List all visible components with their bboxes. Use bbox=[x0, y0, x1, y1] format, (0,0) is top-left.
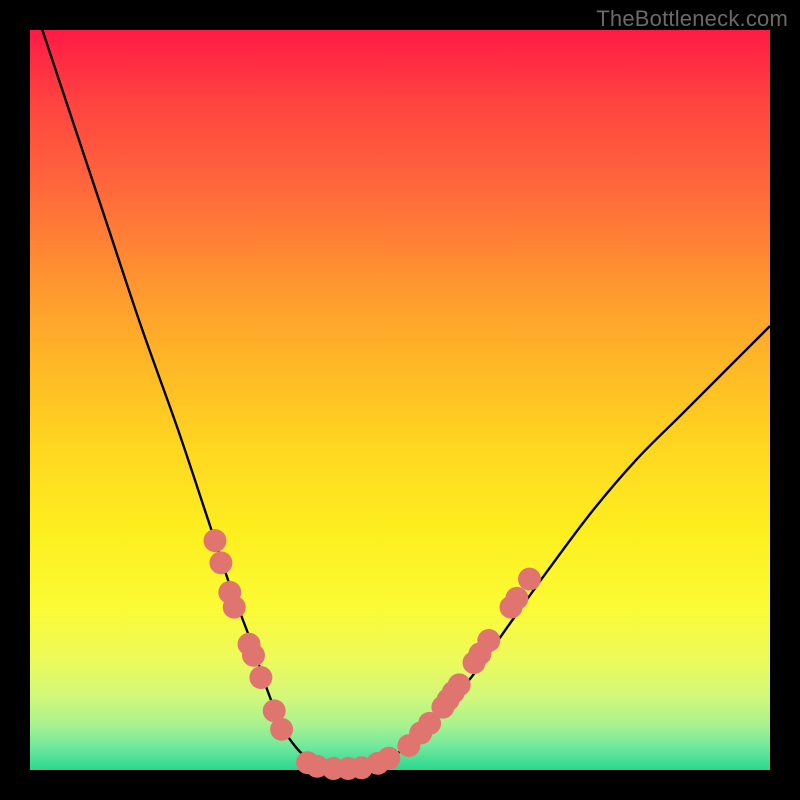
marker-dot bbox=[209, 551, 232, 574]
curve-layer bbox=[30, 0, 770, 770]
bottleneck-curve bbox=[30, 0, 770, 770]
marker-dot bbox=[505, 587, 528, 610]
marker-dot bbox=[518, 568, 541, 591]
marker-layer bbox=[204, 529, 541, 780]
marker-dot bbox=[448, 673, 471, 696]
chart-svg bbox=[30, 30, 770, 770]
chart-frame: TheBottleneck.com bbox=[0, 0, 800, 800]
watermark-text: TheBottleneck.com bbox=[596, 6, 788, 32]
plot-area bbox=[30, 30, 770, 770]
marker-dot bbox=[270, 718, 293, 741]
marker-dot bbox=[377, 747, 400, 770]
marker-dot bbox=[249, 666, 272, 689]
marker-dot bbox=[223, 596, 246, 619]
marker-dot bbox=[204, 529, 227, 552]
marker-dot bbox=[242, 644, 265, 667]
marker-dot bbox=[477, 629, 500, 652]
